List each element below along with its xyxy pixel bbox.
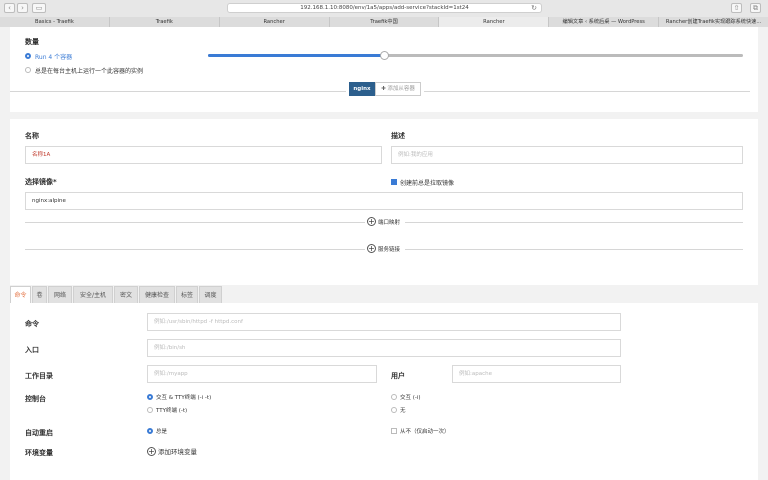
entrypoint-input[interactable]: 例如:/bin/sh [147,339,621,357]
add-sidekick-button[interactable]: ✚ 添加从容器 [375,82,421,96]
console-t-label: TTY终端 (-t) [156,408,188,414]
name-input[interactable]: 名称1A [25,146,382,164]
tab-volumes[interactable]: 卷 [32,286,47,304]
service-link-label: 服务链接 [378,246,401,253]
add-sidekick-label: 添加从容器 [387,86,415,92]
divider [25,249,365,250]
restart-always-label: 总是 [156,429,168,435]
browser-chrome: ‹ › ▭ 192.168.1.10:8080/env/1a5/apps/add… [0,0,768,27]
share-icon[interactable]: ⇧ [731,3,742,13]
restart-label: 自动重启 [25,429,53,437]
console-i-radio[interactable] [391,394,397,400]
tab-scheduling[interactable]: 调度 [199,286,222,304]
divider [25,222,365,223]
env-vars-label: 环境变量 [25,449,53,457]
restart-never-checkbox[interactable] [391,428,397,434]
tab-secrets[interactable]: 密文 [114,286,138,304]
divider [424,91,750,92]
tab-labels[interactable]: 标签 [176,286,198,304]
description-input[interactable]: 例如:我的应用 [391,146,743,164]
plus-circle-icon: + [367,244,376,253]
console-it-label: 交互 & TTY终端 (-i -t) [156,395,212,401]
command-label: 命令 [25,320,39,328]
browser-tab[interactable]: Rancher创建Traefik实现跟踪系统快速... [658,17,768,27]
console-it-radio[interactable] [147,394,153,400]
console-none-label: 无 [400,408,406,414]
tabs-overview-icon[interactable]: ⧉ [750,3,761,13]
tab-command[interactable]: 命令 [10,286,31,304]
user-label: 用户 [391,372,405,380]
console-t-radio[interactable] [147,407,153,413]
workdir-input[interactable]: 例如:/myapp [147,365,377,383]
user-input[interactable]: 例如:apache [452,365,621,383]
command-card: 命令 例如:/usr/sbin/httpd -f httpd.conf 入口 例… [10,303,758,480]
global-radio[interactable] [25,67,31,73]
browser-tabs: Basics - Traefik Traefik Rancher Traefik… [0,17,768,27]
divider [405,222,743,223]
plus-circle-icon: + [147,446,156,456]
sidebar-toggle-icon[interactable]: ▭ [32,3,46,13]
url-text: 192.168.1.10:8080/env/1a5/apps/add-servi… [300,5,469,11]
browser-tab[interactable]: Basics - Traefik [0,17,109,27]
pull-image-checkbox[interactable] [391,179,397,185]
divider [405,249,743,250]
run-count-label: Run 4 个容器 [35,54,73,61]
global-label: 总是在每台主机上运行一个此容器的实例 [35,68,144,75]
run-count-radio[interactable] [25,53,31,59]
console-none-radio[interactable] [391,407,397,413]
pull-image-label: 创建前总是拉取镜像 [400,180,455,187]
browser-tab[interactable]: Rancher [218,17,329,27]
console-i-label: 交互 (-i) [400,395,421,401]
scale-slider-fill [208,54,385,57]
service-link-add[interactable]: + 服务链接 [367,244,400,253]
container-chip-nginx[interactable]: nginx [349,82,375,96]
add-env-var-label: 添加环境变量 [158,448,197,456]
browser-tab-active[interactable]: Rancher [438,17,549,27]
name-label: 名称 [25,132,39,140]
restart-always-radio[interactable] [147,428,153,434]
image-label: 选择镜像* [25,178,57,186]
reload-icon[interactable]: ↻ [531,4,537,13]
tab-network[interactable]: 网络 [48,286,72,304]
browser-toolbar: ‹ › ▭ 192.168.1.10:8080/env/1a5/apps/add… [0,0,768,16]
workdir-label: 工作目录 [25,372,53,380]
restart-never-label: 从不（仅启动一次） [400,429,450,435]
console-label: 控制台 [25,395,46,403]
plus-icon: ✚ [381,86,386,92]
browser-tab[interactable]: 编辑文章 ‹ 系统后桌 — WordPress [548,17,659,27]
divider [10,91,346,92]
browser-tab[interactable]: Traefik中国 [328,17,439,27]
add-env-var-button[interactable]: + 添加环境变量 [147,446,197,456]
scale-card: 数量 Run 4 个容器 总是在每台主机上运行一个此容器的实例 nginx ✚ … [10,27,758,112]
tab-health-check[interactable]: 健康检查 [139,286,175,304]
browser-tab[interactable]: Traefik [108,17,219,27]
service-form-card: 名称 名称1A 描述 例如:我的应用 选择镜像* 创建前总是拉取镜像 nginx… [10,119,758,285]
port-mapping-label: 端口映射 [378,219,401,226]
image-input[interactable]: nginx:alpine [25,192,743,210]
entrypoint-label: 入口 [25,346,39,354]
forward-icon[interactable]: › [17,3,28,13]
port-mapping-add[interactable]: + 端口映射 [367,217,400,226]
scale-slider-track[interactable] [208,51,743,60]
back-icon[interactable]: ‹ [4,3,15,13]
description-label: 描述 [391,132,405,140]
scale-slider-handle[interactable] [380,51,390,60]
scale-title: 数量 [25,38,39,46]
command-input[interactable]: 例如:/usr/sbin/httpd -f httpd.conf [147,313,621,331]
page-content: 数量 Run 4 个容器 总是在每台主机上运行一个此容器的实例 nginx ✚ … [10,27,758,480]
address-bar[interactable]: 192.168.1.10:8080/env/1a5/apps/add-servi… [227,3,542,13]
plus-circle-icon: + [367,217,376,226]
tab-security-host[interactable]: 安全/主机 [73,286,113,304]
